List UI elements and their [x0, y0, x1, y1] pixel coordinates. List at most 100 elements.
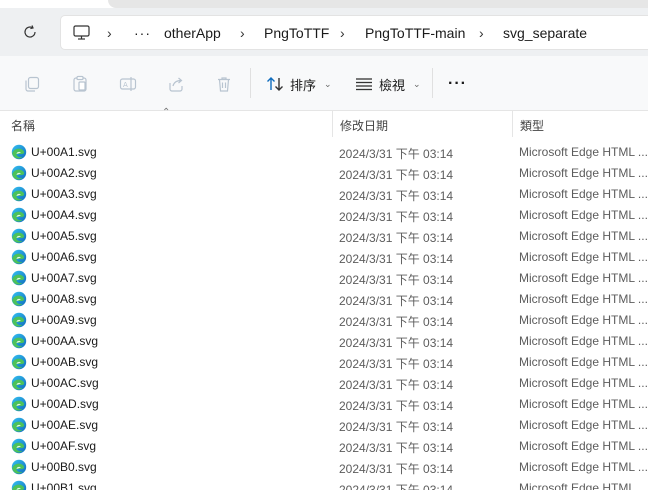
- file-row[interactable]: U+00A8.svg 2024/3/31 下午 03:14 Microsoft Ed…: [0, 289, 648, 310]
- breadcrumb-separator: ›: [340, 24, 345, 41]
- file-modified-date: 2024/3/31 下午 03:14: [339, 336, 454, 350]
- file-name: U+00A5.svg: [31, 229, 97, 243]
- file-row[interactable]: U+00B0.svg 2024/3/31 下午 03:14 Microsoft Ed…: [0, 457, 648, 478]
- file-type: Microsoft Edge HTML ...: [519, 187, 648, 201]
- share-button[interactable]: [161, 70, 191, 98]
- file-row[interactable]: U+00A3.svg 2024/3/31 下午 03:14 Microsoft Ed…: [0, 184, 648, 205]
- view-icon: [356, 78, 372, 91]
- file-modified-date: 2024/3/31 下午 03:14: [339, 378, 454, 392]
- file-row[interactable]: U+00AF.svg 2024/3/31 下午 03:14 Microsoft Ed…: [0, 436, 648, 457]
- file-row[interactable]: U+00AB.svg 2024/3/31 下午 03:14 Microsoft Ed…: [0, 352, 648, 373]
- edge-file-icon: [11, 375, 27, 391]
- file-modified-date: 2024/3/31 下午 03:14: [339, 399, 454, 413]
- file-row[interactable]: U+00A6.svg 2024/3/31 下午 03:14 Microsoft Ed…: [0, 247, 648, 268]
- file-modified-date: 2024/3/31 下午 03:14: [339, 462, 454, 476]
- file-type: Microsoft Edge HTML ...: [519, 292, 648, 306]
- file-name: U+00A1.svg: [31, 145, 97, 159]
- edge-file-icon: [11, 333, 27, 349]
- file-row[interactable]: U+00AE.svg 2024/3/31 下午 03:14 Microsoft Ed…: [0, 415, 648, 436]
- file-name: U+00B1.svg: [31, 481, 97, 490]
- sort-ascending-icon: ⌃: [162, 107, 171, 118]
- share-icon: [169, 77, 183, 92]
- file-type: Microsoft Edge HTML ...: [519, 208, 648, 222]
- edge-file-icon: [11, 438, 27, 454]
- file-modified-date: 2024/3/31 下午 03:14: [339, 483, 454, 490]
- breadcrumb-item-svg-separate[interactable]: svg_separate: [503, 16, 587, 49]
- file-row[interactable]: U+00A2.svg 2024/3/31 下午 03:14 Microsoft Ed…: [0, 163, 648, 184]
- file-name: U+00AF.svg: [31, 439, 97, 453]
- file-name: U+00A3.svg: [31, 187, 97, 201]
- file-type: Microsoft Edge HTML ...: [519, 250, 648, 264]
- this-pc-button[interactable]: [73, 16, 90, 49]
- edge-file-icon: [11, 144, 27, 160]
- file-type: Microsoft Edge HTML ...: [519, 355, 648, 369]
- computer-icon: [73, 25, 90, 40]
- view-button[interactable]: 檢視 ⌄: [355, 70, 421, 98]
- edge-file-icon: [11, 249, 27, 265]
- breadcrumb-item-pngtottf[interactable]: PngToTTF: [264, 16, 329, 49]
- column-header-modified[interactable]: 修改日期: [340, 117, 388, 134]
- file-row[interactable]: U+00AD.svg 2024/3/31 下午 03:14 Microsoft Ed…: [0, 394, 648, 415]
- refresh-button[interactable]: [14, 20, 46, 44]
- file-name: U+00A8.svg: [31, 292, 97, 306]
- file-row[interactable]: U+00A1.svg 2024/3/31 下午 03:14 Microsoft Ed…: [0, 142, 648, 163]
- sort-icon: [267, 77, 283, 91]
- file-row[interactable]: U+00AC.svg 2024/3/31 下午 03:14 Microsoft Ed…: [0, 373, 648, 394]
- breadcrumb[interactable]: › ··· otherApp › PngToTTF › PngToTTF-mai…: [60, 15, 648, 50]
- column-header-name[interactable]: 名稱: [11, 117, 35, 134]
- file-row[interactable]: U+00AA.svg 2024/3/31 下午 03:14 Microsoft Ed…: [0, 331, 648, 352]
- see-more-button[interactable]: ···: [448, 70, 467, 98]
- file-type: Microsoft Edge HTML ...: [519, 271, 648, 285]
- edge-file-icon: [11, 354, 27, 370]
- file-modified-date: 2024/3/31 下午 03:14: [339, 168, 454, 182]
- rename-icon: A: [119, 77, 137, 91]
- file-name: U+00B0.svg: [31, 460, 97, 474]
- breadcrumb-item-pngtottf-main[interactable]: PngToTTF-main: [365, 16, 465, 49]
- svg-text:A: A: [123, 81, 128, 89]
- file-row[interactable]: U+00B1.svg 2024/3/31 下午 03:14 Microsoft Ed…: [0, 478, 648, 490]
- delete-icon: [218, 77, 230, 92]
- breadcrumb-separator: ›: [107, 24, 112, 41]
- file-row[interactable]: U+00A9.svg 2024/3/31 下午 03:14 Microsoft Ed…: [0, 310, 648, 331]
- edge-file-icon: [11, 459, 27, 475]
- file-type: Microsoft Edge HTML ...: [519, 439, 648, 453]
- edge-file-icon: [11, 417, 27, 433]
- file-row[interactable]: U+00A7.svg 2024/3/31 下午 03:14 Microsoft Ed…: [0, 268, 648, 289]
- breadcrumb-more[interactable]: ···: [134, 16, 151, 49]
- file-modified-date: 2024/3/31 下午 03:14: [339, 357, 454, 371]
- column-resize-handle[interactable]: [512, 111, 513, 137]
- file-modified-date: 2024/3/31 下午 03:14: [339, 294, 454, 308]
- file-name: U+00A9.svg: [31, 313, 97, 327]
- file-modified-date: 2024/3/31 下午 03:14: [339, 189, 454, 203]
- file-type: Microsoft Edge HTML ...: [519, 460, 648, 474]
- column-header-type[interactable]: 類型: [520, 117, 544, 134]
- file-modified-date: 2024/3/31 下午 03:14: [339, 441, 454, 455]
- edge-file-icon: [11, 480, 27, 490]
- paste-button[interactable]: [65, 70, 95, 98]
- file-modified-date: 2024/3/31 下午 03:14: [339, 420, 454, 434]
- file-row[interactable]: U+00A5.svg 2024/3/31 下午 03:14 Microsoft Ed…: [0, 226, 648, 247]
- chevron-down-icon: ⌄: [413, 78, 421, 89]
- file-modified-date: 2024/3/31 下午 03:14: [339, 147, 454, 161]
- rename-button[interactable]: A: [113, 70, 143, 98]
- edge-file-icon: [11, 270, 27, 286]
- file-type: Microsoft Edge HTML ...: [519, 334, 648, 348]
- copy-icon: [25, 76, 40, 92]
- file-type: Microsoft Edge HTML ...: [519, 418, 648, 432]
- file-type: Microsoft Edge HTML ...: [519, 166, 648, 180]
- copy-button[interactable]: [17, 70, 47, 98]
- file-modified-date: 2024/3/31 下午 03:14: [339, 231, 454, 245]
- breadcrumb-item-otherapp[interactable]: otherApp: [164, 16, 221, 49]
- file-modified-date: 2024/3/31 下午 03:14: [339, 273, 454, 287]
- breadcrumb-separator: ›: [479, 24, 484, 41]
- column-resize-handle[interactable]: [332, 111, 333, 137]
- file-type: Microsoft Edge HTML ...: [519, 145, 648, 159]
- file-name: U+00A2.svg: [31, 166, 97, 180]
- edge-file-icon: [11, 291, 27, 307]
- edge-file-icon: [11, 312, 27, 328]
- title-bar-strip: [0, 0, 648, 8]
- file-row[interactable]: U+00A4.svg 2024/3/31 下午 03:14 Microsoft Ed…: [0, 205, 648, 226]
- refresh-icon: [24, 25, 36, 38]
- delete-button[interactable]: [209, 70, 239, 98]
- sort-button[interactable]: 排序 ⌄: [266, 70, 332, 98]
